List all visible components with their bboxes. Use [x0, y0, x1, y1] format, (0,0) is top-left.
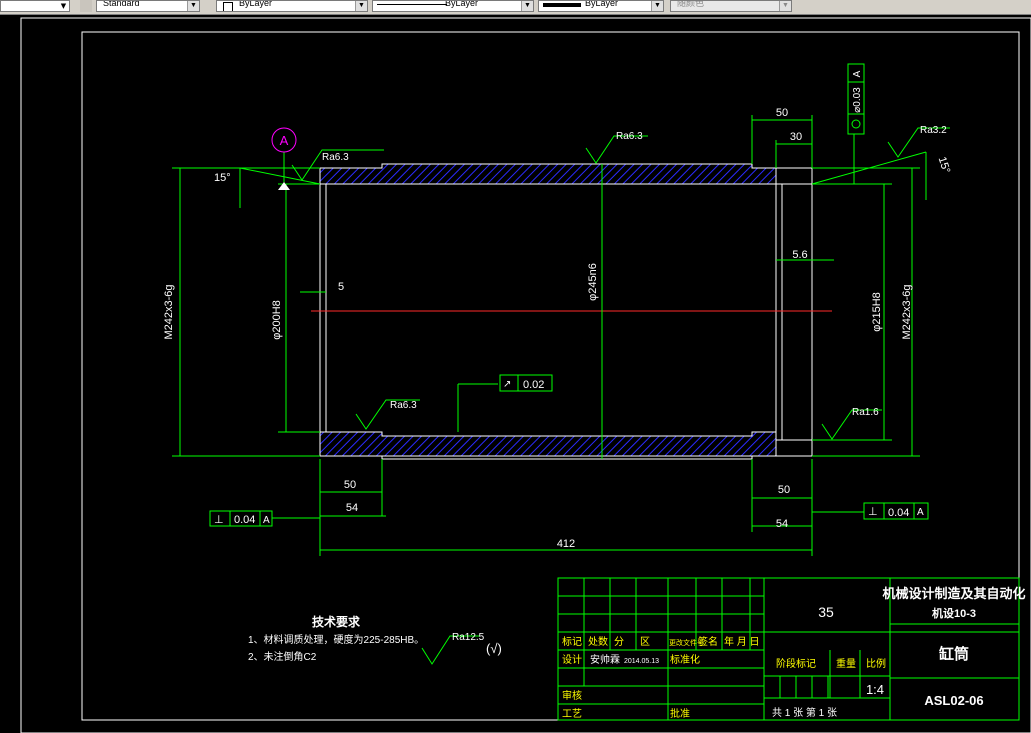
plotstyle-dropdown[interactable]: 随颜色 ▼ [670, 0, 792, 12]
dim-overall: 412 [557, 538, 575, 550]
tb-h-design: 设计 [562, 653, 582, 666]
notes-line1: 1、材料调质处理，硬度为225-285HB。 [248, 633, 424, 646]
linetype-value: ByLayer [445, 0, 479, 8]
tb-h-mark: 标记 [562, 636, 582, 648]
tb-h-date: 年 月 日 [724, 635, 760, 648]
perpendicularity-icon: ⊥ [214, 514, 224, 526]
lineweight-preview [543, 3, 581, 7]
text-style-icon [80, 0, 92, 12]
dim-5-6: 5.6 [792, 249, 807, 261]
dim-bot-right-54: 54 [776, 518, 788, 530]
tb-part-name: 缸筒 [939, 645, 969, 663]
notes-title: 技术要求 [312, 614, 361, 629]
linetype-dropdown[interactable]: ByLayer ▼ [372, 0, 534, 12]
tb-h-sign: 签名 [698, 635, 718, 648]
roughness-symbols [291, 127, 950, 665]
chevron-down-icon: ▼ [355, 1, 367, 11]
tb-h-count: 处数 [588, 635, 608, 648]
text-style-value: Standard [103, 0, 140, 8]
tb-h-review: 审核 [562, 689, 582, 702]
roughness-r1: Ra6.3 [322, 152, 349, 163]
roughness-r3: Ra3.2 [920, 125, 947, 136]
tb-school-line1: 机械设计制造及其自动化 [882, 586, 1025, 601]
circularity-value: ⌀0.03 [852, 87, 863, 113]
part-outline [319, 167, 813, 457]
roughness-r4: Ra6.3 [390, 400, 417, 411]
roughness-r5: Ra1.6 [852, 407, 879, 418]
tb-designer: 安帅霖 [590, 653, 620, 666]
perp-right-datum: A [917, 507, 924, 518]
angle-right: 15° [936, 155, 953, 175]
perpendicularity-icon: ⊥ [868, 506, 878, 518]
dim-bot-left-50: 50 [344, 479, 356, 491]
dim-5: 5 [338, 281, 344, 293]
tb-scale: 1:4 [866, 682, 884, 697]
perp-left-datum: A [263, 515, 270, 526]
text-style-dropdown[interactable]: Standard ▼ [96, 0, 200, 12]
runout-icon: ↗ [503, 379, 511, 390]
chevron-down-icon: ▼ [187, 1, 199, 11]
layer-dropdown[interactable]: ByLayer ▼ [216, 0, 368, 12]
tb-design-date: 2014.05.13 [624, 658, 659, 665]
tb-material: 35 [818, 604, 834, 620]
bore-left: φ200H8 [271, 300, 283, 340]
circularity-datum: A [852, 70, 863, 77]
inner-frame [81, 31, 1020, 721]
dim-bot-left-54: 54 [346, 502, 358, 514]
datum-triangle-icon [278, 182, 290, 190]
perp-left-value: 0.04 [234, 514, 255, 526]
properties-toolbar: ▼ Standard ▼ ByLayer ▼ ByLayer ▼ ByLayer… [0, 0, 1031, 15]
tb-h-area: 区 [640, 636, 650, 648]
tb-h-process: 工艺 [562, 708, 582, 720]
outer-diameter: φ245n6 [587, 263, 599, 301]
dim-top-30: 30 [790, 131, 802, 143]
notes-line2: 2、未注倒角C2 [248, 650, 317, 663]
roughness-r2: Ra6.3 [616, 131, 643, 142]
roughness-general: Ra12.5 [452, 632, 485, 643]
layer-value: ByLayer [239, 0, 273, 8]
cad-drawing-canvas[interactable]: A Ra6.3 Ra6.3 Ra3.2 Ra6.3 Ra1.6 Ra12.5 (… [0, 14, 1031, 733]
tb-drawing-no: ASL02-06 [924, 693, 983, 708]
bore-right: φ215H8 [871, 292, 883, 332]
prev-dropdown[interactable]: ▼ [0, 0, 70, 12]
tb-h-scale: 比例 [866, 657, 886, 670]
linetype-preview [377, 4, 447, 5]
tb-h-zone: 分 [614, 636, 624, 648]
tb-sheets: 共 1 张 第 1 张 [772, 706, 837, 719]
thread-right: M242x3-6g [901, 284, 913, 339]
chevron-down-icon: ▼ [521, 1, 533, 11]
tb-h-stage: 阶段标记 [776, 657, 816, 670]
lineweight-dropdown[interactable]: ByLayer ▼ [538, 0, 664, 12]
datum-label: A [280, 133, 289, 148]
angle-left: 15° [214, 172, 231, 184]
plotstyle-value: 随颜色 [677, 0, 705, 8]
dim-top-50: 50 [776, 107, 788, 119]
perp-right-value: 0.04 [888, 507, 909, 519]
runout-value: 0.02 [523, 379, 544, 391]
chevron-down-icon: ▼ [651, 1, 663, 11]
chevron-down-icon: ▼ [779, 1, 791, 11]
lineweight-value: ByLayer [585, 0, 619, 8]
tb-h-std: 标准化 [670, 653, 700, 666]
thread-left: M242x3-6g [163, 284, 175, 339]
dim-bot-right-50: 50 [778, 484, 790, 496]
tb-h-approve: 批准 [670, 707, 690, 720]
color-swatch-icon [223, 2, 233, 11]
roughness-check: (√) [486, 641, 502, 656]
tb-h-weight: 重量 [836, 657, 856, 670]
tb-school-line2: 机设10-3 [932, 606, 976, 620]
